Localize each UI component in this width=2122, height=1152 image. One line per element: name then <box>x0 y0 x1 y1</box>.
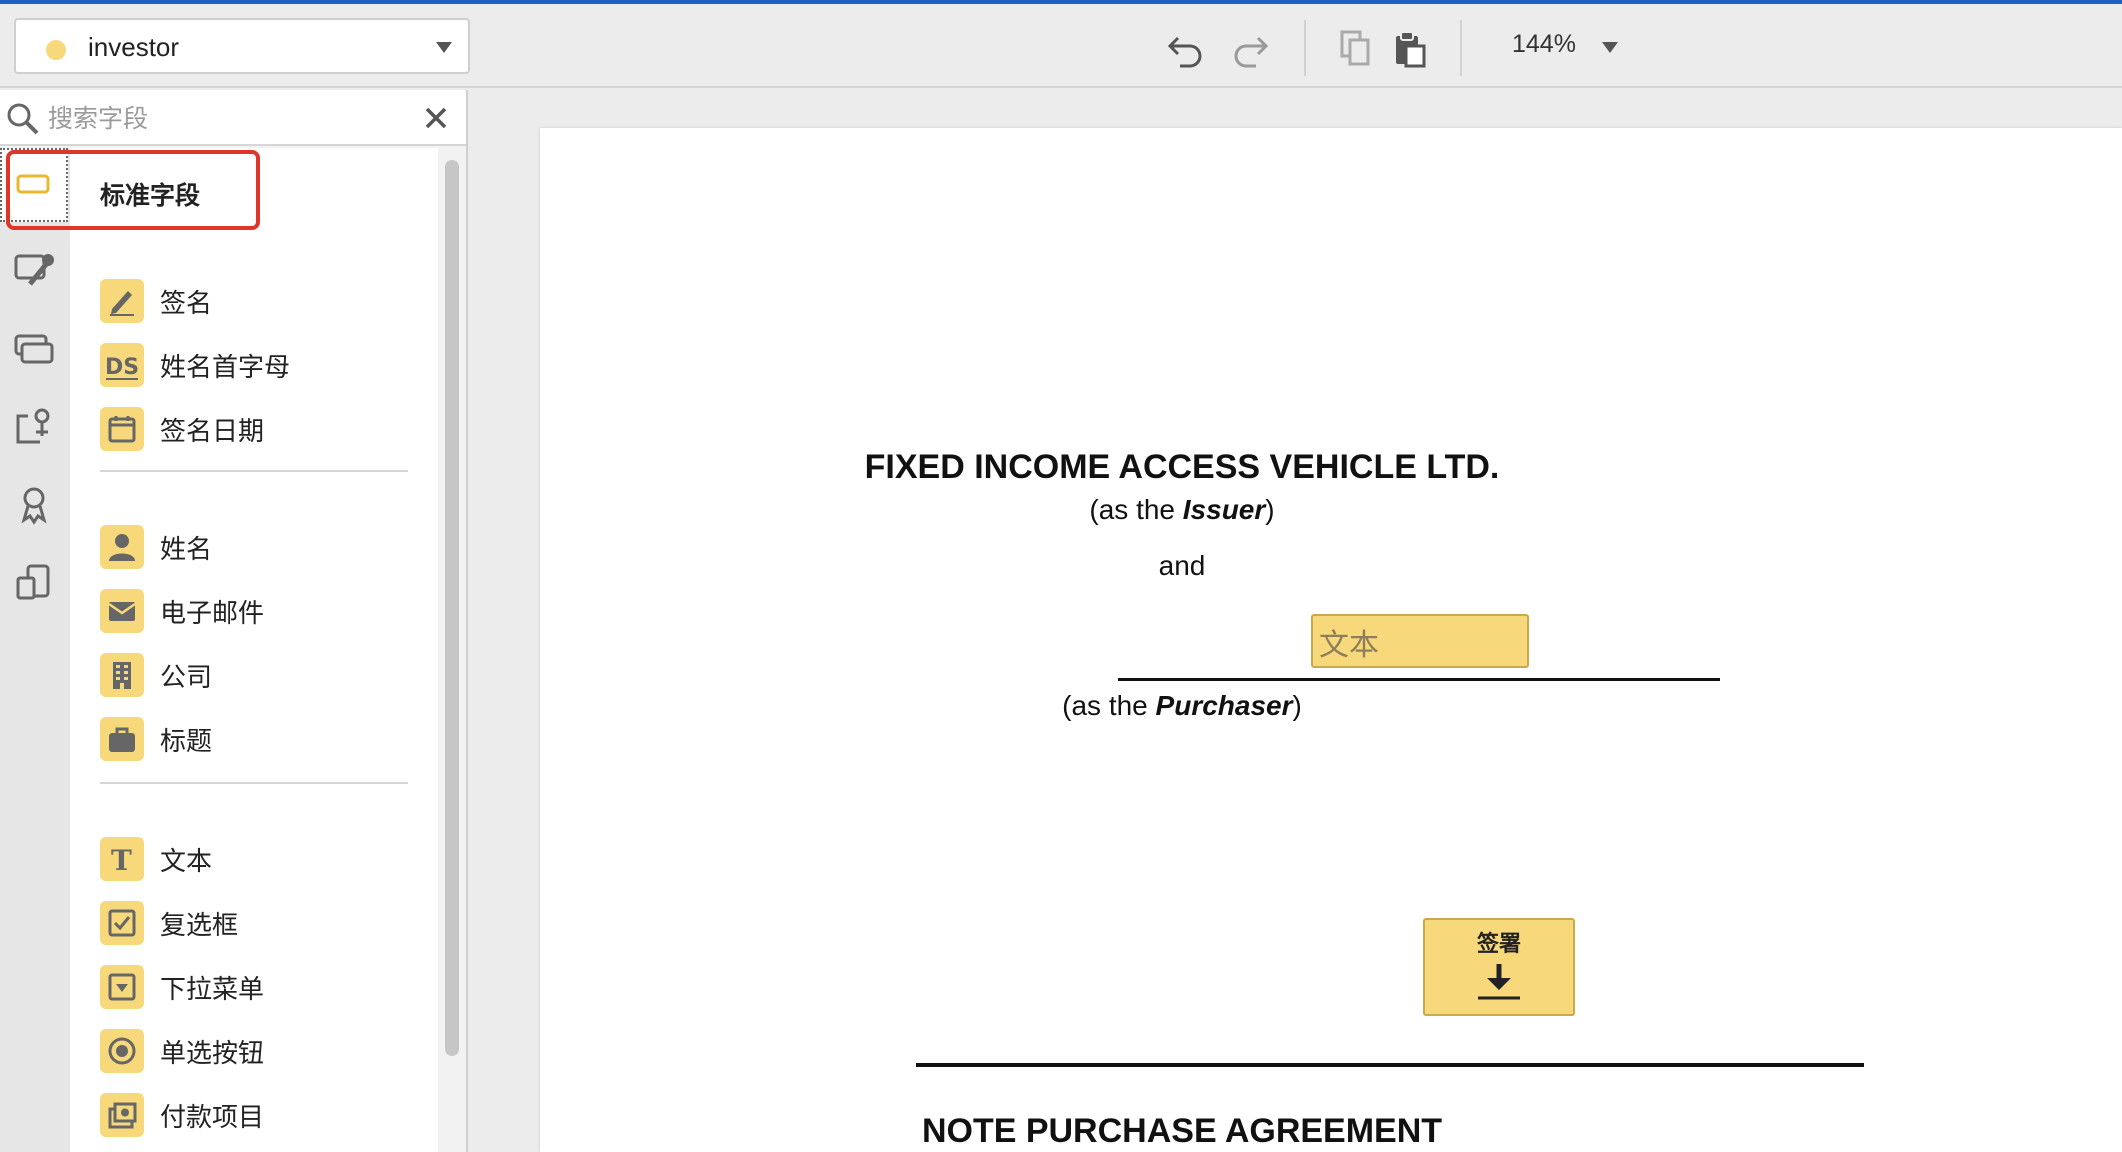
field-category-rail <box>0 148 70 1152</box>
field-label: 公司 <box>160 662 213 693</box>
undo-icon[interactable] <box>1166 28 1206 68</box>
checkbox-icon <box>100 901 144 945</box>
issuer-suffix: ) <box>1265 494 1275 525</box>
field-label: 签名 <box>160 288 213 319</box>
paste-icon[interactable] <box>1390 28 1430 68</box>
purchaser-suffix: ) <box>1292 690 1302 721</box>
field-dropdown[interactable]: 下拉菜单 <box>100 962 264 1012</box>
issuer-word: Issuer <box>1182 494 1266 525</box>
person-icon <box>100 525 144 569</box>
scrollbar-thumb[interactable] <box>445 160 459 1056</box>
custom-field-icon[interactable] <box>10 402 58 450</box>
toolbar: investor 144% <box>0 4 2122 88</box>
toolbar-separator <box>1460 20 1462 76</box>
highlight-annotation <box>6 150 260 230</box>
company-icon <box>100 653 144 697</box>
field-label: 单选按钮 <box>160 1038 265 1069</box>
field-text[interactable]: T 文本 <box>100 834 212 884</box>
copy-icon[interactable] <box>1336 28 1376 68</box>
agreement-title: NOTE PURCHASE AGREEMENT <box>921 1112 1443 1150</box>
search-icon <box>4 100 42 138</box>
devices-icon[interactable] <box>10 558 58 606</box>
document-canvas: FIXED INCOME ACCESS VEHICLE LTD. (as the… <box>470 90 2122 1152</box>
search-input[interactable] <box>48 98 408 138</box>
purchaser-line: (as the Purchaser) <box>540 690 1824 722</box>
divider <box>100 782 408 784</box>
field-list-scrollbar[interactable] <box>438 148 466 1152</box>
field-name[interactable]: 姓名 <box>100 522 212 572</box>
download-arrow-icon <box>1478 964 1520 1000</box>
redo-icon[interactable] <box>1230 28 1270 68</box>
field-label: 姓名 <box>160 534 213 565</box>
bulk-icon[interactable] <box>10 324 58 372</box>
field-label: 标题 <box>160 726 213 757</box>
field-radio[interactable]: 单选按钮 <box>100 1026 264 1076</box>
field-initials[interactable]: DS 姓名首字母 <box>100 340 290 390</box>
chevron-down-icon <box>436 42 452 53</box>
payment-icon <box>100 1093 144 1137</box>
field-signature[interactable]: 签名 <box>100 276 212 326</box>
document-page: FIXED INCOME ACCESS VEHICLE LTD. (as the… <box>540 128 2122 1152</box>
email-icon <box>100 589 144 633</box>
field-list: 标准字段 签名 DS 姓名首字母 签名日期 姓名 电子邮件 公司 标题 T 文本… <box>70 148 438 1152</box>
customize-icon[interactable] <box>10 246 58 294</box>
field-label: 电子邮件 <box>160 598 265 629</box>
signature-icon <box>100 279 144 323</box>
divider <box>100 470 408 472</box>
issuer-line: (as the Issuer) <box>540 494 1824 526</box>
app-window: investor 144% 搜索字段 标准字段 签名 DS 姓名首字母 签名日期… <box>0 0 2122 1152</box>
recipient-selector[interactable]: investor <box>14 18 470 74</box>
text-icon: T <box>100 837 144 881</box>
field-search <box>0 90 466 146</box>
recipient-color-dot <box>46 40 66 60</box>
purchaser-word: Purchaser <box>1155 690 1293 721</box>
dropdown-icon <box>100 965 144 1009</box>
field-date-signed[interactable]: 签名日期 <box>100 404 264 454</box>
field-label: 姓名首字母 <box>160 352 291 383</box>
field-company[interactable]: 公司 <box>100 650 212 700</box>
section-rule <box>916 1063 1864 1067</box>
field-label: 付款项目 <box>160 1102 265 1133</box>
svg-text:T: T <box>111 844 132 875</box>
recipient-name: investor <box>88 32 180 62</box>
and-line: and <box>1158 550 1206 581</box>
field-payment[interactable]: 付款项目 <box>100 1090 264 1140</box>
radio-icon <box>100 1029 144 1073</box>
field-label: 文本 <box>160 846 213 877</box>
fields-panel: 标准字段 签名 DS 姓名首字母 签名日期 <box>0 90 468 1152</box>
sign-label: 签署 <box>1476 932 1521 957</box>
field-title[interactable]: 标题 <box>100 714 212 764</box>
date-signed-icon <box>100 407 144 451</box>
purchaser-prefix: (as the <box>1062 690 1156 721</box>
close-icon[interactable] <box>420 102 452 134</box>
field-label: 签名日期 <box>160 416 265 447</box>
document-title: FIXED INCOME ACCESS VEHICLE LTD. <box>864 448 1500 486</box>
title-icon <box>100 717 144 761</box>
zoom-level[interactable]: 144% <box>1512 30 1576 59</box>
svg-text:DS: DS <box>105 355 139 380</box>
zoom-dropdown-icon[interactable] <box>1602 42 1618 53</box>
field-label: 复选框 <box>160 910 239 941</box>
field-checkbox[interactable]: 复选框 <box>100 898 238 948</box>
field-email[interactable]: 电子邮件 <box>100 586 264 636</box>
field-label: 下拉菜单 <box>160 974 265 1005</box>
purchaser-underline <box>1118 678 1720 681</box>
sign-here-field[interactable]: 签署 <box>1423 918 1575 1016</box>
text-field[interactable]: 文本 <box>1311 614 1529 668</box>
toolbar-separator <box>1304 20 1306 76</box>
issuer-prefix: (as the <box>1089 494 1183 525</box>
award-icon[interactable] <box>10 480 58 528</box>
initials-icon: DS <box>100 343 144 387</box>
